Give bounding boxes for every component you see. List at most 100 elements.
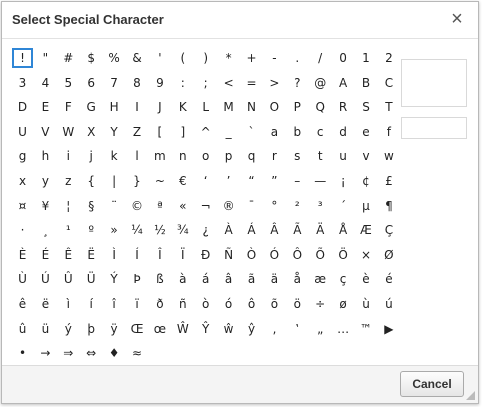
character-cell[interactable]: » bbox=[104, 220, 125, 240]
character-cell[interactable]: w bbox=[378, 146, 399, 166]
character-cell[interactable]: ¶ bbox=[378, 196, 399, 216]
character-cell[interactable]: M bbox=[218, 97, 239, 117]
character-cell[interactable]: ` bbox=[241, 122, 262, 142]
character-cell[interactable]: ½ bbox=[149, 220, 170, 240]
character-cell[interactable]: S bbox=[356, 97, 377, 117]
character-cell[interactable]: # bbox=[58, 48, 79, 68]
character-cell[interactable]: ] bbox=[172, 122, 193, 142]
character-cell[interactable]: ü bbox=[35, 319, 56, 339]
character-cell[interactable]: « bbox=[172, 196, 193, 216]
character-cell[interactable]: E bbox=[35, 97, 56, 117]
character-cell[interactable]: À bbox=[218, 220, 239, 240]
character-cell[interactable]: â bbox=[218, 269, 239, 289]
character-cell[interactable]: ² bbox=[287, 196, 308, 216]
character-cell[interactable]: § bbox=[81, 196, 102, 216]
character-cell[interactable]: k bbox=[104, 146, 125, 166]
character-cell[interactable]: Æ bbox=[356, 220, 377, 240]
character-cell[interactable]: r bbox=[264, 146, 285, 166]
character-cell[interactable]: g bbox=[12, 146, 33, 166]
character-cell[interactable]: K bbox=[172, 97, 193, 117]
character-cell[interactable]: ä bbox=[264, 269, 285, 289]
character-cell[interactable]: ß bbox=[149, 269, 170, 289]
character-cell[interactable]: Ï bbox=[172, 245, 193, 265]
character-cell[interactable]: 6 bbox=[81, 73, 102, 93]
character-cell[interactable]: û bbox=[12, 319, 33, 339]
character-cell[interactable]: ¾ bbox=[172, 220, 193, 240]
character-cell[interactable]: [ bbox=[149, 122, 170, 142]
character-cell[interactable]: à bbox=[172, 269, 193, 289]
character-cell[interactable]: 8 bbox=[127, 73, 148, 93]
character-cell[interactable]: T bbox=[378, 97, 399, 117]
character-cell[interactable]: é bbox=[378, 269, 399, 289]
character-cell[interactable]: U bbox=[12, 122, 33, 142]
character-cell[interactable]: £ bbox=[378, 171, 399, 191]
character-cell[interactable]: → bbox=[35, 343, 56, 363]
character-cell[interactable]: ö bbox=[287, 294, 308, 314]
character-cell[interactable]: N bbox=[241, 97, 262, 117]
character-cell[interactable]: ÿ bbox=[104, 319, 125, 339]
character-cell[interactable]: 7 bbox=[104, 73, 125, 93]
character-cell[interactable]: · bbox=[12, 220, 33, 240]
character-cell[interactable]: W bbox=[58, 122, 79, 142]
dialog-title-bar[interactable]: Select Special Character × bbox=[2, 2, 478, 39]
character-cell[interactable]: ¹ bbox=[58, 220, 79, 240]
character-cell[interactable]: ¦ bbox=[58, 196, 79, 216]
character-cell[interactable]: ú bbox=[378, 294, 399, 314]
character-cell[interactable]: Ô bbox=[287, 245, 308, 265]
character-cell[interactable]: Ð bbox=[195, 245, 216, 265]
character-cell[interactable]: Ñ bbox=[218, 245, 239, 265]
character-cell[interactable]: > bbox=[264, 73, 285, 93]
character-cell[interactable]: L bbox=[195, 97, 216, 117]
character-cell[interactable]: G bbox=[81, 97, 102, 117]
character-cell[interactable]: œ bbox=[149, 319, 170, 339]
character-cell[interactable]: Ø bbox=[378, 245, 399, 265]
character-cell[interactable]: h bbox=[35, 146, 56, 166]
character-cell[interactable]: Â bbox=[264, 220, 285, 240]
character-cell[interactable]: î bbox=[104, 294, 125, 314]
character-cell[interactable]: ( bbox=[172, 48, 193, 68]
character-cell[interactable]: j bbox=[81, 146, 102, 166]
character-cell[interactable]: ã bbox=[241, 269, 262, 289]
character-cell[interactable]: ï bbox=[127, 294, 148, 314]
character-cell[interactable]: Å bbox=[333, 220, 354, 240]
character-cell[interactable]: + bbox=[241, 48, 262, 68]
character-cell[interactable]: ¢ bbox=[356, 171, 377, 191]
character-cell[interactable]: q bbox=[241, 146, 262, 166]
character-cell[interactable]: Á bbox=[241, 220, 262, 240]
character-cell[interactable]: y bbox=[35, 171, 56, 191]
character-cell[interactable]: C bbox=[378, 73, 399, 93]
character-cell[interactable]: P bbox=[287, 97, 308, 117]
character-cell[interactable]: ø bbox=[333, 294, 354, 314]
character-cell[interactable]: Ö bbox=[333, 245, 354, 265]
character-cell[interactable]: ° bbox=[264, 196, 285, 216]
character-cell[interactable]: } bbox=[127, 171, 148, 191]
character-cell[interactable]: ð bbox=[149, 294, 170, 314]
character-cell[interactable]: Ü bbox=[81, 269, 102, 289]
character-cell[interactable]: u bbox=[333, 146, 354, 166]
character-cell[interactable]: D bbox=[12, 97, 33, 117]
character-cell[interactable]: Ú bbox=[35, 269, 56, 289]
character-cell[interactable]: ^ bbox=[195, 122, 216, 142]
character-cell[interactable]: ù bbox=[356, 294, 377, 314]
character-cell[interactable]: 2 bbox=[378, 48, 399, 68]
character-cell[interactable]: Þ bbox=[127, 269, 148, 289]
character-cell[interactable]: … bbox=[333, 319, 354, 339]
character-cell[interactable]: ‘ bbox=[195, 171, 216, 191]
character-cell[interactable]: = bbox=[241, 73, 262, 93]
character-cell[interactable]: Œ bbox=[127, 319, 148, 339]
character-cell[interactable]: è bbox=[356, 269, 377, 289]
close-icon[interactable]: × bbox=[448, 9, 466, 29]
character-cell[interactable]: Q bbox=[310, 97, 331, 117]
character-cell[interactable]: ô bbox=[241, 294, 262, 314]
character-cell[interactable]: _ bbox=[218, 122, 239, 142]
character-cell[interactable]: Õ bbox=[310, 245, 331, 265]
character-cell[interactable]: á bbox=[195, 269, 216, 289]
character-cell[interactable]: @ bbox=[310, 73, 331, 93]
character-cell[interactable]: þ bbox=[81, 319, 102, 339]
character-cell[interactable]: Ŷ bbox=[195, 319, 216, 339]
character-cell[interactable]: Î bbox=[149, 245, 170, 265]
character-cell[interactable]: l bbox=[127, 146, 148, 166]
character-cell[interactable]: ! bbox=[12, 48, 33, 68]
character-cell[interactable]: ; bbox=[195, 73, 216, 93]
character-cell[interactable]: ¡ bbox=[333, 171, 354, 191]
